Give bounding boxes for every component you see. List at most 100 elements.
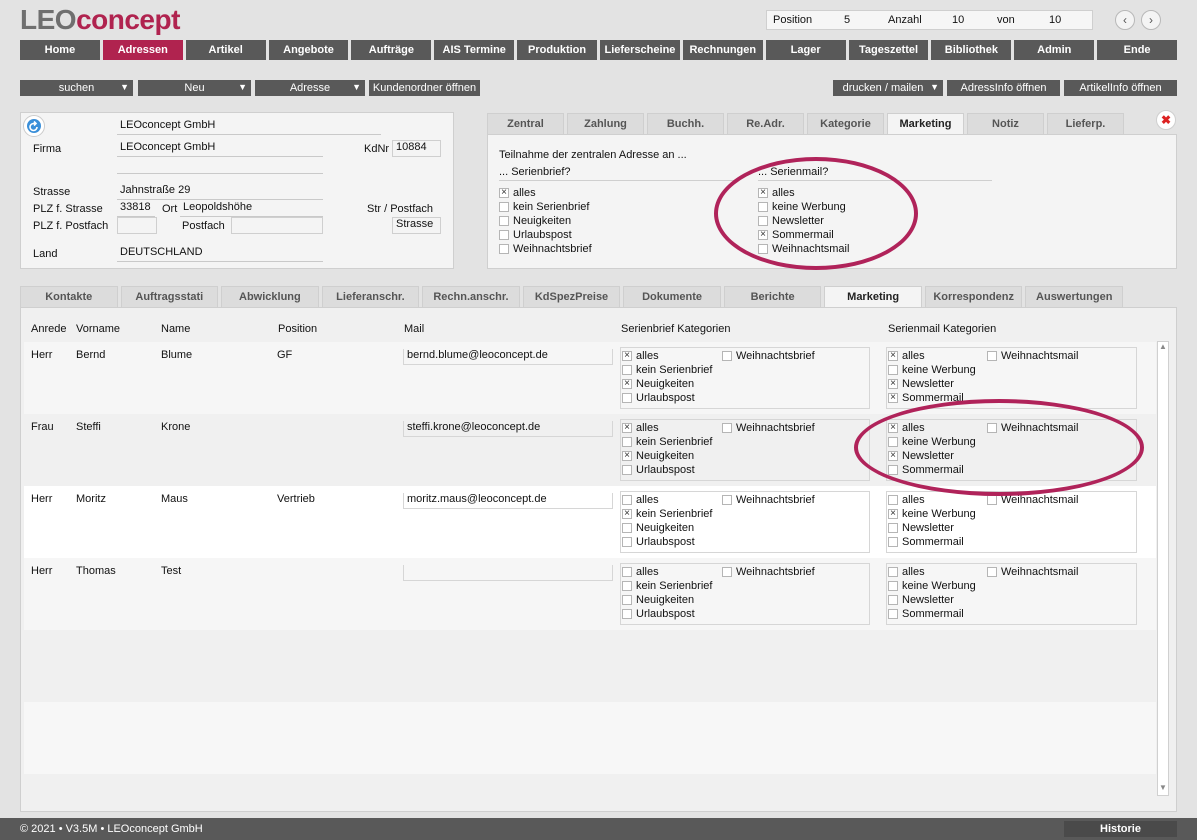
checkbox[interactable]	[888, 495, 898, 505]
firma-field-2[interactable]	[117, 158, 323, 174]
serienbrief-option[interactable]: × Neuigkeiten	[622, 449, 712, 463]
serienbrief-option[interactable]: × kein Serienbrief	[622, 507, 712, 521]
tab-berichte[interactable]: Berichte	[723, 286, 822, 307]
menu-item-tageszettel[interactable]: Tageszettel	[848, 40, 929, 60]
tab-lieferp-[interactable]: Lieferp.	[1047, 113, 1124, 134]
tab-rechn-anschr-[interactable]: Rechn.anschr.	[422, 286, 520, 307]
checkbox[interactable]: ×	[888, 351, 898, 361]
menu-item-ende[interactable]: Ende	[1097, 40, 1178, 60]
serienbrief-option[interactable]: kein Serienbrief	[499, 200, 592, 214]
table-scrollbar[interactable]: ▲ ▼	[1157, 341, 1169, 796]
tab-dokumente[interactable]: Dokumente	[623, 286, 721, 307]
tab-auswertungen[interactable]: Auswertungen	[1025, 286, 1124, 307]
menu-item-home[interactable]: Home	[20, 40, 100, 60]
tab-re-adr-[interactable]: Re.Adr.	[727, 113, 804, 134]
serienmail-option[interactable]: × alles	[888, 349, 976, 363]
checkbox[interactable]	[622, 465, 632, 475]
checkbox[interactable]	[888, 537, 898, 547]
menu-item-angebote[interactable]: Angebote	[268, 40, 349, 60]
serienbrief-option[interactable]: Weihnachtsbrief	[722, 349, 815, 363]
menu-item-bibliothek[interactable]: Bibliothek	[931, 40, 1012, 60]
serienmail-option[interactable]: Sommermail	[888, 607, 976, 621]
street-field[interactable]: Jahnstraße 29	[117, 184, 323, 200]
checkbox[interactable]: ×	[499, 188, 509, 198]
search-dropdown[interactable]: suchen ▼	[20, 80, 133, 96]
article-info-button[interactable]: ArtikelInfo öffnen	[1064, 80, 1177, 96]
postfach-field[interactable]	[231, 217, 323, 234]
serienmail-option[interactable]: × Newsletter	[888, 377, 976, 391]
tab-zentral[interactable]: Zentral	[487, 113, 564, 134]
checkbox[interactable]	[888, 609, 898, 619]
serienmail-option[interactable]: × keine Werbung	[888, 507, 976, 521]
menu-item-rechnungen[interactable]: Rechnungen	[682, 40, 763, 60]
checkbox[interactable]	[888, 365, 898, 375]
tab-notiz[interactable]: Notiz	[967, 113, 1044, 134]
serienmail-option[interactable]: keine Werbung	[888, 363, 976, 377]
checkbox[interactable]: ×	[622, 379, 632, 389]
serienmail-option[interactable]: Newsletter	[888, 593, 976, 607]
checkbox[interactable]: ×	[888, 379, 898, 389]
checkbox[interactable]: ×	[888, 509, 898, 519]
checkbox[interactable]	[622, 495, 632, 505]
serienbrief-option[interactable]: Weihnachtsbrief	[722, 565, 815, 579]
menu-item-auftr-ge[interactable]: Aufträge	[351, 40, 432, 60]
kdnr-field[interactable]: 10884	[392, 140, 441, 157]
checkbox[interactable]	[499, 244, 509, 254]
checkbox[interactable]	[622, 581, 632, 591]
serienbrief-option[interactable]: Neuigkeiten	[622, 593, 712, 607]
checkbox[interactable]	[888, 581, 898, 591]
new-dropdown[interactable]: Neu ▼	[138, 80, 251, 96]
serienbrief-option[interactable]: alles	[622, 493, 712, 507]
str-postfach-field[interactable]: Strasse	[392, 217, 441, 234]
mail-field[interactable]: steffi.krone@leoconcept.de	[403, 421, 613, 437]
tab-lieferanschr-[interactable]: Lieferanschr.	[321, 286, 420, 307]
country-field[interactable]: DEUTSCHLAND	[117, 246, 323, 262]
serienbrief-option[interactable]: Urlaubspost	[622, 535, 712, 549]
tab-marketing[interactable]: Marketing	[824, 286, 922, 307]
menu-item-adressen[interactable]: Adressen	[102, 40, 183, 60]
checkbox[interactable]	[987, 567, 997, 577]
tab-abwicklung[interactable]: Abwicklung	[221, 286, 319, 307]
checkbox[interactable]	[722, 351, 732, 361]
menu-item-produktion[interactable]: Produktion	[517, 40, 598, 60]
name-line-field[interactable]: LEOconcept GmbH	[117, 119, 381, 135]
scroll-down-icon[interactable]: ▼	[1158, 783, 1168, 795]
serienbrief-option[interactable]: kein Serienbrief	[622, 579, 712, 593]
menu-item-ais-termine[interactable]: AIS Termine	[434, 40, 515, 60]
tab-kdspezpreise[interactable]: KdSpezPreise	[522, 286, 621, 307]
mail-field[interactable]: bernd.blume@leoconcept.de	[403, 349, 613, 365]
serienmail-option[interactable]: Newsletter	[888, 521, 976, 535]
serienbrief-option[interactable]: Neuigkeiten	[499, 214, 592, 228]
serienmail-option[interactable]: alles	[888, 493, 976, 507]
menu-item-artikel[interactable]: Artikel	[185, 40, 266, 60]
checkbox[interactable]	[888, 523, 898, 533]
tab-buchh-[interactable]: Buchh.	[647, 113, 724, 134]
next-record-button[interactable]: ›	[1141, 10, 1161, 30]
serienbrief-option[interactable]: Weihnachtsbrief	[722, 493, 815, 507]
tab-kontakte[interactable]: Kontakte	[20, 286, 118, 307]
checkbox[interactable]	[722, 495, 732, 505]
table-row[interactable]: Herr Moritz Maus Vertrieb moritz.maus@leocon…	[24, 486, 1156, 558]
menu-item-lager[interactable]: Lager	[765, 40, 846, 60]
address-info-button[interactable]: AdressInfo öffnen	[947, 80, 1060, 96]
ort-field[interactable]: Leopoldshöhe	[180, 201, 323, 217]
history-button[interactable]: Historie	[1064, 821, 1177, 837]
serienbrief-option[interactable]: × alles	[499, 186, 592, 200]
customer-folder-button[interactable]: Kundenordner öffnen	[369, 80, 480, 96]
serienbrief-option[interactable]: × alles	[622, 421, 712, 435]
checkbox[interactable]	[499, 216, 509, 226]
tab-korrespondenz[interactable]: Korrespondenz	[924, 286, 1023, 307]
print-mail-dropdown[interactable]: drucken / mailen ▼	[833, 80, 943, 96]
serienbrief-option[interactable]: Weihnachtsbrief	[722, 421, 815, 435]
serienbrief-option[interactable]: alles	[622, 565, 712, 579]
checkbox[interactable]	[622, 393, 632, 403]
checkbox[interactable]	[622, 595, 632, 605]
menu-item-lieferscheine[interactable]: Lieferscheine	[600, 40, 680, 60]
tab-zahlung[interactable]: Zahlung	[567, 113, 644, 134]
checkbox[interactable]	[987, 351, 997, 361]
serienbrief-option[interactable]: Urlaubspost	[499, 228, 592, 242]
checkbox[interactable]	[622, 365, 632, 375]
checkbox[interactable]	[622, 437, 632, 447]
mail-field[interactable]	[403, 565, 613, 581]
serienbrief-option[interactable]: × Neuigkeiten	[622, 377, 712, 391]
